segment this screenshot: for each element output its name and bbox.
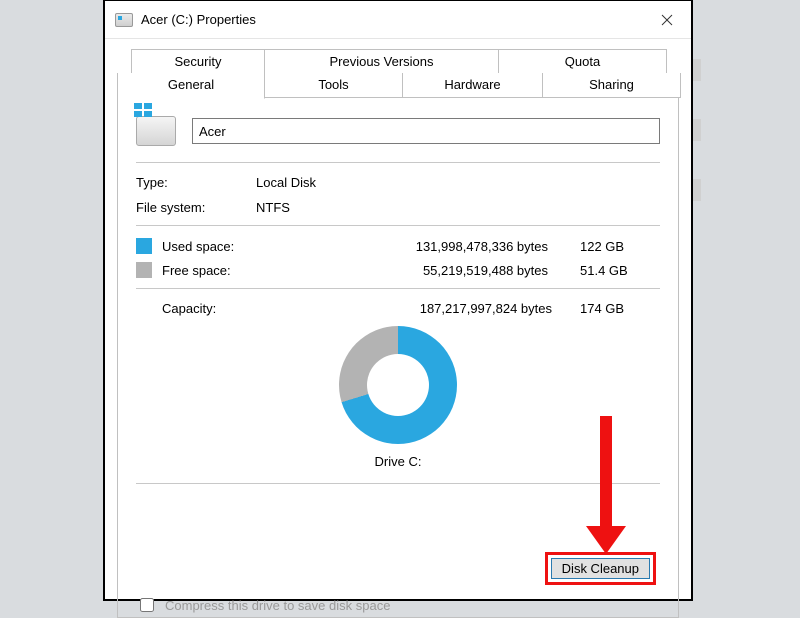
annotation-highlight: Disk Cleanup (545, 552, 656, 585)
free-space-label: Free space: (162, 263, 270, 278)
window-title: Acer (C:) Properties (141, 12, 256, 27)
tab-sharing[interactable]: Sharing (543, 73, 681, 98)
separator (136, 483, 660, 484)
capacity-human: 174 GB (580, 301, 660, 316)
used-space-label: Used space: (162, 239, 270, 254)
used-color-swatch (136, 238, 152, 254)
tab-quota[interactable]: Quota (499, 49, 667, 73)
tab-hardware[interactable]: Hardware (403, 73, 543, 98)
type-label: Type: (136, 175, 256, 190)
tab-previous-versions[interactable]: Previous Versions (265, 49, 499, 73)
tab-security[interactable]: Security (131, 49, 265, 73)
titlebar: Acer (C:) Properties (105, 1, 691, 39)
close-icon (661, 14, 673, 26)
compress-drive-row: Compress this drive to save disk space (136, 595, 390, 615)
properties-dialog: Acer (C:) Properties Security Previous V… (104, 0, 692, 600)
disk-cleanup-button[interactable]: Disk Cleanup (551, 558, 650, 579)
drive-caption: Drive C: (375, 454, 422, 469)
type-value: Local Disk (256, 175, 660, 190)
usage-pie-chart (339, 326, 457, 444)
tab-general[interactable]: General (117, 73, 265, 99)
used-space-human: 122 GB (580, 239, 660, 254)
free-space-bytes: 55,219,519,488 bytes (274, 263, 576, 278)
free-color-swatch (136, 262, 152, 278)
capacity-bytes: 187,217,997,824 bytes (266, 301, 580, 316)
separator (136, 288, 660, 289)
separator (136, 162, 660, 163)
tab-page-general: Type: Local Disk File system: NTFS Used … (117, 98, 679, 618)
volume-icon (136, 116, 176, 146)
capacity-label: Capacity: (136, 301, 266, 316)
close-button[interactable] (643, 1, 691, 39)
tab-area: Security Previous Versions Quota General… (105, 39, 691, 618)
background-window-edge (693, 59, 701, 239)
free-space-human: 51.4 GB (580, 263, 660, 278)
drive-icon (115, 13, 133, 27)
tab-tools[interactable]: Tools (265, 73, 403, 98)
compress-drive-checkbox[interactable] (140, 598, 154, 612)
capacity-row: Capacity: 187,217,997,824 bytes 174 GB (136, 301, 660, 316)
separator (136, 225, 660, 226)
used-space-bytes: 131,998,478,336 bytes (274, 239, 576, 254)
free-space-row: Free space: 55,219,519,488 bytes 51.4 GB (136, 262, 660, 278)
filesystem-value: NTFS (256, 200, 660, 215)
volume-name-input[interactable] (192, 118, 660, 144)
filesystem-label: File system: (136, 200, 256, 215)
used-space-row: Used space: 131,998,478,336 bytes 122 GB (136, 238, 660, 254)
